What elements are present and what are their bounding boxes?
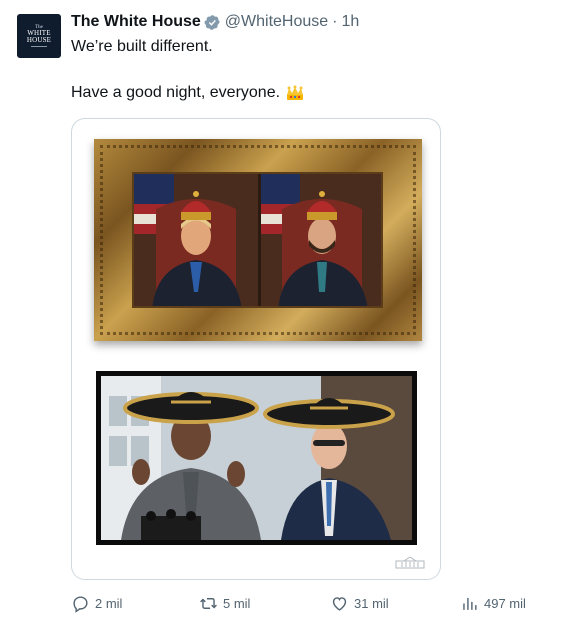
avatar-text-line2: HOUSE	[26, 36, 52, 44]
sombrero-photo-image[interactable]	[96, 371, 417, 545]
crown-icon	[287, 85, 304, 100]
two-men-sombreros-illustration	[101, 376, 412, 540]
heart-icon	[332, 597, 347, 611]
separator-dot: ·	[332, 13, 338, 30]
repost-count: 5 mil	[223, 596, 251, 611]
tweet-text-line2-row: Have a good night, everyone.	[71, 84, 305, 102]
avatar[interactable]: The WHITE HOUSE	[17, 14, 61, 58]
handle[interactable]: @WhiteHouse	[225, 13, 328, 31]
double-portrait-illustration	[134, 174, 381, 306]
views-count: 497 mil	[484, 596, 526, 611]
reply-button[interactable]: 2 mil	[71, 594, 122, 613]
views-bar-chart-icon	[463, 597, 477, 610]
tweet-header: The White House @WhiteHouse · 1h	[71, 13, 359, 31]
reply-icon	[73, 596, 88, 613]
tweet-text-line2: Have a good night, everyone.	[71, 84, 281, 101]
gold-framed-portrait-image[interactable]	[94, 139, 422, 341]
media-card[interactable]	[71, 118, 441, 580]
avatar-divider	[31, 46, 47, 48]
reply-count: 2 mil	[95, 596, 123, 611]
timestamp[interactable]: 1h	[342, 13, 360, 31]
repost-icon	[200, 598, 217, 609]
like-button[interactable]: 31 mil	[330, 594, 389, 613]
display-name[interactable]: The White House	[71, 13, 201, 31]
verified-badge-icon[interactable]	[204, 14, 221, 31]
like-count: 31 mil	[354, 596, 389, 611]
photo-canvas	[101, 376, 412, 540]
views-button[interactable]: 497 mil	[460, 594, 526, 613]
tweet-text-line1: We’re built different.	[71, 38, 213, 55]
tweet-actions: 2 mil 5 mil 31 mil 497 mil	[71, 594, 541, 616]
portrait-canvas	[132, 172, 383, 308]
repost-button[interactable]: 5 mil	[199, 594, 250, 613]
white-house-watermark-icon	[395, 557, 425, 569]
